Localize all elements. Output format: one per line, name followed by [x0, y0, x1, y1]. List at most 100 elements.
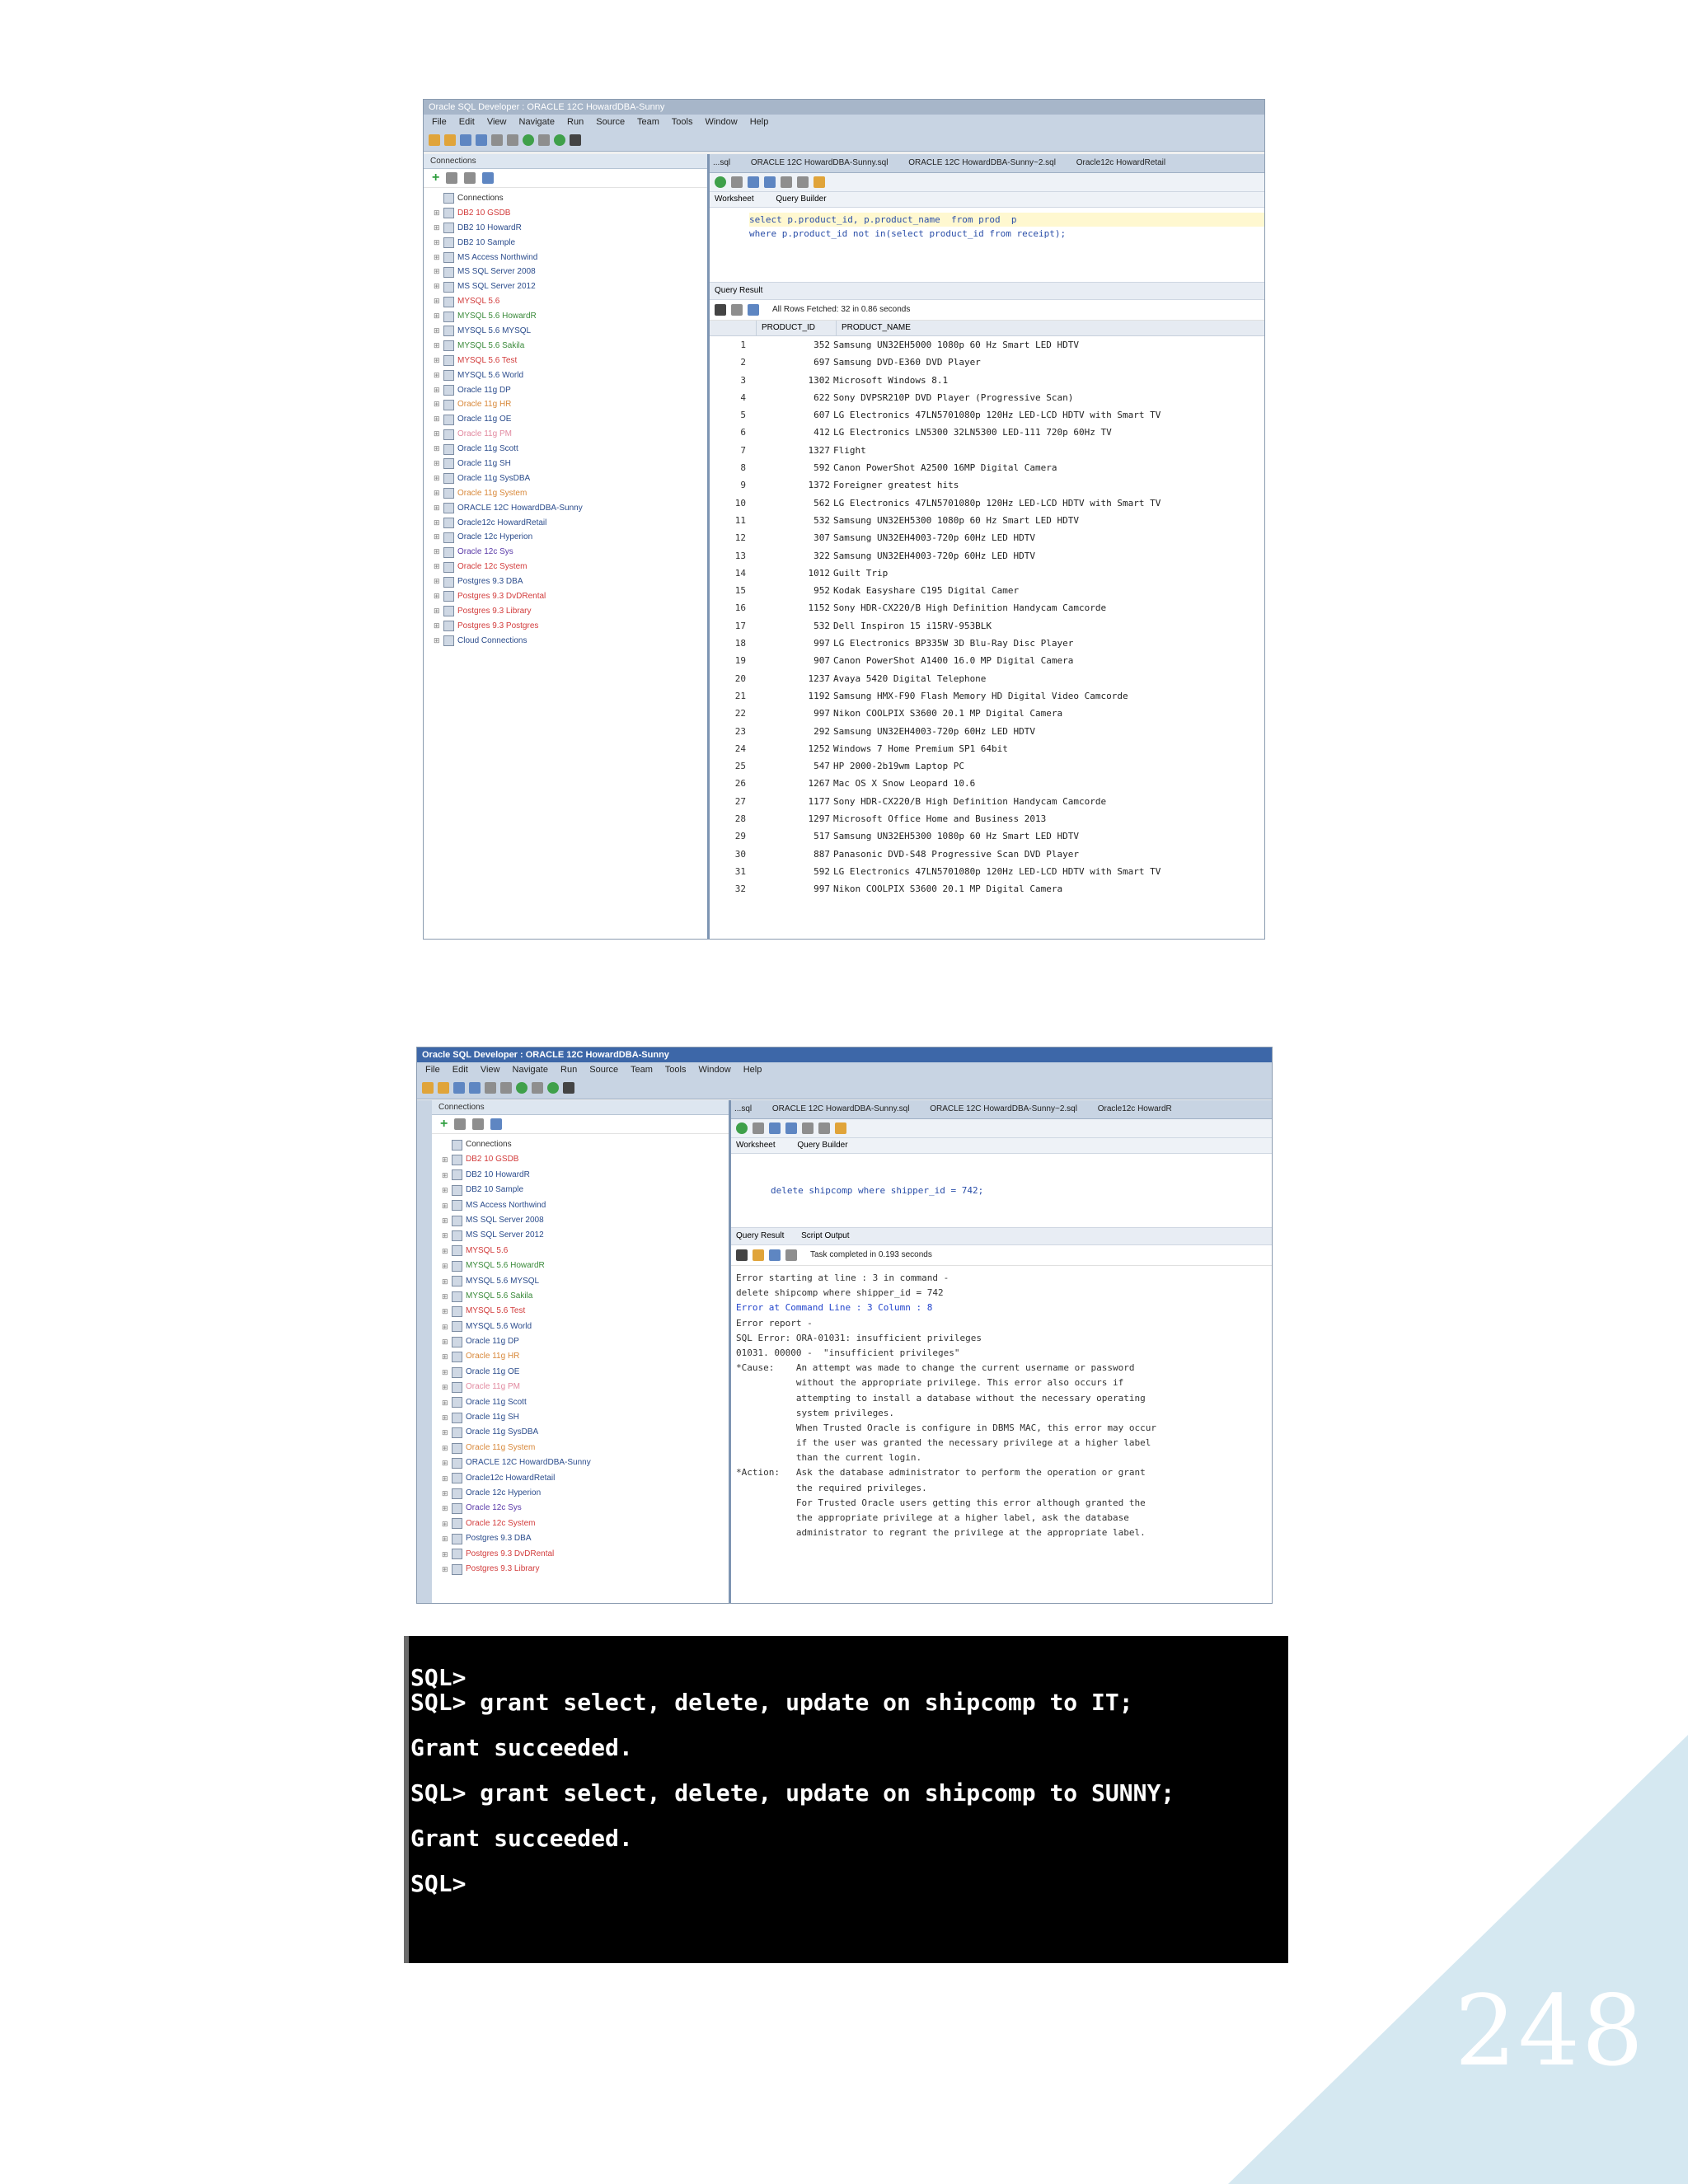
- expand-icon[interactable]: ⊞: [442, 1349, 450, 1364]
- table-row[interactable]: 13 322 Samsung UN32EH4003-720p 60Hz LED HD…: [710, 547, 1264, 565]
- expand-icon[interactable]: ⊞: [434, 619, 442, 634]
- expand-icon[interactable]: ⊞: [442, 1380, 450, 1394]
- run-script-icon[interactable]: [731, 176, 743, 188]
- tab-query-builder[interactable]: Query Builder: [797, 1141, 847, 1150]
- tree-connection[interactable]: ⊞ Oracle12c HowardRetail: [430, 516, 707, 531]
- back-icon[interactable]: [523, 134, 534, 146]
- expand-icon[interactable]: ⊞: [434, 486, 442, 501]
- expand-icon[interactable]: ⊞: [434, 251, 442, 265]
- expand-icon[interactable]: ⊞: [434, 574, 442, 589]
- expand-icon[interactable]: ⊞: [442, 1274, 450, 1289]
- save-output-icon[interactable]: [769, 1249, 781, 1261]
- tree-connection[interactable]: ⊞ MS SQL Server 2008: [438, 1213, 729, 1228]
- table-row[interactable]: 10 562 LG Electronics 47LN5701080p 120Hz L…: [710, 494, 1264, 512]
- expand-icon[interactable]: ⊞: [434, 412, 442, 427]
- tree-connection[interactable]: ⊞ MYSQL 5.6 Sakila: [430, 339, 707, 354]
- menu-edit[interactable]: Edit: [459, 117, 475, 127]
- tree-root[interactable]: Connections: [430, 191, 707, 206]
- table-row[interactable]: 15 952 Kodak Easyshare C195 Digital Camer: [710, 582, 1264, 599]
- print-icon[interactable]: [570, 134, 581, 146]
- save-icon[interactable]: [460, 134, 471, 146]
- save-all-icon[interactable]: [469, 1082, 481, 1094]
- expand-icon[interactable]: ⊞: [442, 1547, 450, 1562]
- menu-window[interactable]: Window: [706, 117, 738, 127]
- table-row[interactable]: 28 1297 Microsoft Office Home and Business…: [710, 810, 1264, 827]
- expand-icon[interactable]: ⊞: [434, 501, 442, 516]
- expand-icon[interactable]: ⊞: [434, 589, 442, 604]
- expand-icon[interactable]: ⊞: [434, 545, 442, 560]
- menu-edit[interactable]: Edit: [452, 1065, 468, 1075]
- expand-icon[interactable]: ⊞: [442, 1168, 450, 1183]
- tab-query-result[interactable]: Query Result: [736, 1231, 784, 1240]
- tree-connection[interactable]: ⊞ Oracle 12c System: [438, 1516, 729, 1531]
- tree-connection[interactable]: ⊞ ORACLE 12C HowardDBA-Sunny: [430, 501, 707, 516]
- tree-connection[interactable]: ⊞ Oracle 12c System: [430, 560, 707, 574]
- tree-connection[interactable]: ⊞ Oracle 12c Hyperion: [430, 530, 707, 545]
- export-icon[interactable]: [731, 304, 743, 316]
- menu-help[interactable]: Help: [743, 1065, 762, 1075]
- expand-icon[interactable]: ⊞: [434, 309, 442, 324]
- table-row[interactable]: 25 547 HP 2000-2b19wm Laptop PC: [710, 757, 1264, 775]
- tree-connection[interactable]: ⊞ Oracle 11g HR: [430, 397, 707, 412]
- table-row[interactable]: 3 1302 Microsoft Windows 8.1: [710, 372, 1264, 389]
- expand-icon[interactable]: ⊞: [434, 368, 442, 383]
- expand-icon[interactable]: ⊞: [442, 1244, 450, 1258]
- expand-icon[interactable]: ⊞: [434, 604, 442, 619]
- menu-window[interactable]: Window: [699, 1065, 731, 1075]
- commit-icon[interactable]: [769, 1122, 781, 1134]
- expand-icon[interactable]: ⊞: [434, 457, 442, 471]
- doc-tab[interactable]: ORACLE 12C HowardDBA-Sunny.sql: [772, 1104, 910, 1113]
- tree-connection[interactable]: ⊞ ORACLE 12C HowardDBA-Sunny: [438, 1455, 729, 1470]
- expand-icon[interactable]: ⊞: [442, 1183, 450, 1197]
- undo-icon[interactable]: [491, 134, 503, 146]
- explain-plan-icon[interactable]: [818, 1122, 830, 1134]
- print-output-icon[interactable]: [785, 1249, 797, 1261]
- tab-script-output[interactable]: Script Output: [801, 1231, 849, 1240]
- forward-icon[interactable]: [538, 134, 550, 146]
- expand-icon[interactable]: ⊞: [434, 530, 442, 545]
- tree-connection[interactable]: ⊞ DB2 10 HowardR: [438, 1168, 729, 1183]
- autotrace-icon[interactable]: [802, 1122, 814, 1134]
- autotrace-icon[interactable]: [781, 176, 792, 188]
- tree-connection[interactable]: ⊞ Oracle 11g DP: [438, 1334, 729, 1349]
- table-row[interactable]: 21 1192 Samsung HMX-F90 Flash Memory HD Di…: [710, 687, 1264, 705]
- expand-icon[interactable]: ⊞: [434, 339, 442, 354]
- tree-connection[interactable]: ⊞ Oracle 11g HR: [438, 1349, 729, 1364]
- doc-tab[interactable]: ...sql: [713, 158, 730, 167]
- tree-root[interactable]: Connections: [438, 1137, 729, 1152]
- tree-connection[interactable]: ⊞ DB2 10 GSDB: [430, 206, 707, 221]
- tree-connection[interactable]: ⊞ MS Access Northwind: [438, 1198, 729, 1213]
- tree-connection[interactable]: ⊞ Oracle 12c Sys: [430, 545, 707, 560]
- tree-connection[interactable]: ⊞ Postgres 9.3 Postgres: [430, 619, 707, 634]
- expand-icon[interactable]: ⊞: [434, 354, 442, 368]
- tree-connection[interactable]: ⊞ Oracle 11g PM: [430, 427, 707, 442]
- expand-icon[interactable]: ⊞: [442, 1365, 450, 1380]
- open-folder-icon[interactable]: [438, 1082, 449, 1094]
- expand-icon[interactable]: ⊞: [434, 265, 442, 279]
- filter-icon[interactable]: [464, 172, 476, 184]
- tree-connection[interactable]: ⊞ MYSQL 5.6 MYSQL: [430, 324, 707, 339]
- expand-icon[interactable]: ⊞: [434, 294, 442, 309]
- sql-editor[interactable]: delete shipcomp where shipper_id = 742;: [731, 1154, 1272, 1228]
- doc-tab[interactable]: Oracle12c HowardR: [1098, 1104, 1172, 1113]
- expand-icon[interactable]: ⊞: [434, 324, 442, 339]
- expand-icon[interactable]: ⊞: [434, 560, 442, 574]
- menu-run[interactable]: Run: [560, 1065, 577, 1075]
- table-row[interactable]: 9 1372 Foreigner greatest hits: [710, 476, 1264, 494]
- expand-icon[interactable]: ⊞: [442, 1455, 450, 1470]
- expand-icon[interactable]: ⊞: [442, 1471, 450, 1486]
- menu-tools[interactable]: Tools: [672, 117, 693, 127]
- tree-connection[interactable]: ⊞ MS SQL Server 2008: [430, 265, 707, 279]
- expand-icon[interactable]: ⊞: [442, 1289, 450, 1304]
- doc-tab[interactable]: ORACLE 12C HowardDBA-Sunny~2.sql: [908, 158, 1056, 167]
- column-header[interactable]: PRODUCT_NAME: [836, 321, 1264, 335]
- run-icon[interactable]: [547, 1082, 559, 1094]
- tree-connection[interactable]: ⊞ MYSQL 5.6 Sakila: [438, 1289, 729, 1304]
- back-icon[interactable]: [516, 1082, 528, 1094]
- menu-view[interactable]: View: [481, 1065, 500, 1075]
- expand-icon[interactable]: ⊞: [442, 1304, 450, 1319]
- tree-connection[interactable]: ⊞ DB2 10 HowardR: [430, 221, 707, 236]
- tree-connection[interactable]: ⊞ Postgres 9.3 DBA: [438, 1531, 729, 1546]
- tab-query-builder[interactable]: Query Builder: [776, 194, 826, 204]
- table-row[interactable]: 29 517 Samsung UN32EH5300 1080p 60 Hz Smar…: [710, 827, 1264, 845]
